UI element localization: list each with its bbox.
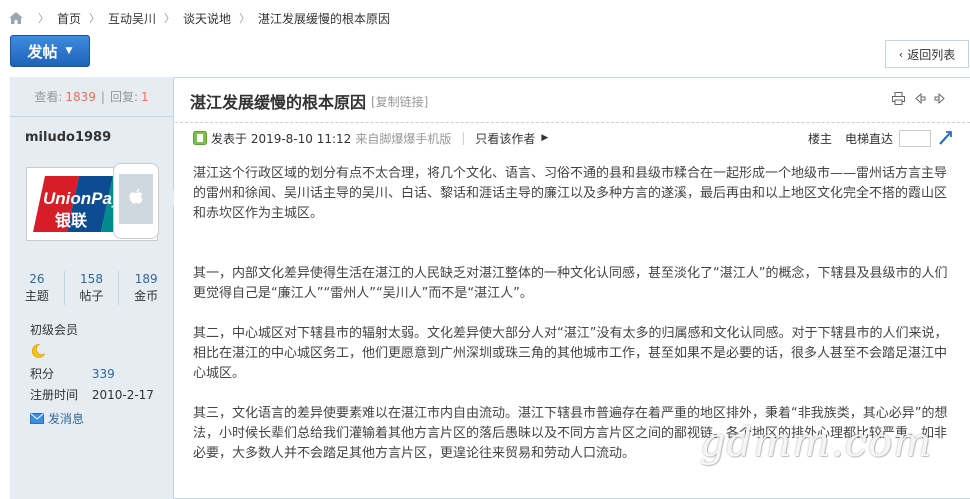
- thread-header: 湛江发展缓慢的根本原因 [复制链接]: [175, 77, 970, 123]
- copy-link[interactable]: [复制链接]: [371, 93, 428, 110]
- breadcrumb-separator: 〉: [38, 12, 49, 25]
- elevator-label: 电梯直达: [845, 131, 894, 146]
- register-date: 2010-2-17: [91, 388, 154, 402]
- register-row: 注册时间 2010-2-17: [30, 386, 154, 403]
- breadcrumb-forum[interactable]: 互动吴川: [108, 10, 156, 27]
- breadcrumb-home[interactable]: 首页: [57, 10, 81, 27]
- author-counters: 26 主题 158 帖子 189 金币: [10, 271, 173, 305]
- coins-count: 189: [134, 272, 158, 286]
- breadcrumb: 〉 首页 〉 互动吴川 〉 谈天说地 〉 湛江发展缓慢的根本原因: [8, 6, 390, 30]
- back-to-list-button[interactable]: ‹ 返回列表: [885, 40, 969, 68]
- watermark: gdmm.com: [700, 420, 933, 466]
- send-message-link[interactable]: 发消息: [30, 410, 84, 427]
- member-level[interactable]: 初级会员: [30, 321, 78, 338]
- previous-thread-icon[interactable]: [912, 91, 927, 106]
- post-source[interactable]: 来自脚爆爆手机版: [355, 130, 451, 147]
- page-title: 湛江发展缓慢的根本原因: [190, 93, 367, 112]
- back-arrow-icon: ‹: [898, 47, 904, 61]
- posts-label: 帖子: [79, 289, 104, 303]
- back-to-list-label: 返回列表: [907, 47, 956, 62]
- breadcrumb-separator: 〉: [89, 12, 101, 25]
- svg-text:UnionPay: UnionPay: [43, 189, 123, 208]
- author-name[interactable]: miludo1989: [25, 130, 111, 145]
- apple-icon: [129, 189, 143, 204]
- post-meta: 发表于 2019-8-10 11:12 来自脚爆爆手机版 | 只看该作者 ▶: [193, 126, 548, 150]
- moon-icon: [31, 344, 46, 358]
- post-paragraph: 其二，中心城区对下辖县市的辐射太弱。文化差异使大部分人对“湛江”没有太多的归属感…: [193, 326, 948, 381]
- caret-right-icon: ▶: [541, 133, 549, 143]
- home-icon[interactable]: [8, 11, 24, 25]
- new-post-button[interactable]: 发帖 ▼: [10, 35, 90, 67]
- topics-label: 主题: [24, 289, 49, 303]
- print-icon[interactable]: [891, 91, 906, 106]
- breadcrumb-current[interactable]: 湛江发展缓慢的根本原因: [258, 10, 390, 27]
- goto-floor-icon[interactable]: [937, 130, 953, 146]
- coins-label: 金币: [134, 289, 159, 303]
- caret-down-icon: ▼: [65, 46, 73, 56]
- post-content: 湛江这个行政区域的划分有点不太合理，将几个文化、语言、习俗不通的县和县级市糅合在…: [193, 164, 951, 464]
- post-paragraph: 湛江这个行政区域的划分有点不太合理，将几个文化、语言、习俗不通的县和县级市糅合在…: [193, 166, 948, 221]
- mobile-badge: [113, 163, 159, 239]
- breadcrumb-separator: 〉: [164, 12, 176, 25]
- posted-at: 发表于 2019-8-10 11:12: [211, 131, 352, 146]
- points-label: 积分: [30, 367, 55, 381]
- meta-divider: |: [461, 131, 466, 145]
- views-count: 1839: [65, 89, 96, 104]
- only-author-link[interactable]: 只看该作者: [475, 130, 535, 147]
- post-blank-line: [193, 224, 951, 264]
- svg-text:银联: 银联: [55, 211, 87, 230]
- floor-nav: 楼主 电梯直达: [808, 126, 953, 150]
- mail-icon: [30, 413, 44, 424]
- thread-tools: [891, 91, 948, 106]
- replies-label: 回复:: [109, 90, 139, 104]
- post-paragraph: 其一，内部文化差异使得生活在湛江的人民缺乏对湛江整体的一种文化认同感，甚至淡化了…: [193, 266, 948, 301]
- next-thread-icon[interactable]: [933, 91, 948, 106]
- posts-count: 158: [80, 272, 103, 286]
- coins-stat[interactable]: 189 金币: [119, 271, 173, 305]
- breadcrumb-separator: 〉: [239, 12, 251, 25]
- points-value[interactable]: 339: [92, 367, 115, 381]
- views-label: 查看:: [34, 90, 63, 104]
- stats-divider: |: [100, 89, 105, 104]
- sidebar-pointer: [166, 190, 174, 206]
- new-post-label: 发帖: [27, 42, 58, 61]
- posts-stat[interactable]: 158 帖子: [65, 271, 120, 305]
- floor-label: 楼主: [808, 131, 833, 146]
- send-message-label: 发消息: [48, 412, 85, 426]
- author-sidebar: 查看: 1839 | 回复: 1 miludo1989 UnionPay 银联 …: [10, 77, 174, 499]
- register-label: 注册时间: [30, 388, 79, 402]
- replies-count: 1: [141, 89, 149, 104]
- points-row: 积分 339: [30, 365, 115, 382]
- topics-stat[interactable]: 26 主题: [10, 271, 65, 305]
- thread-stats: 查看: 1839 | 回复: 1: [10, 77, 173, 117]
- floor-input[interactable]: [899, 129, 932, 147]
- mobile-post-icon: [193, 131, 207, 145]
- breadcrumb-board[interactable]: 谈天说地: [183, 10, 231, 27]
- topics-count: 26: [29, 272, 45, 286]
